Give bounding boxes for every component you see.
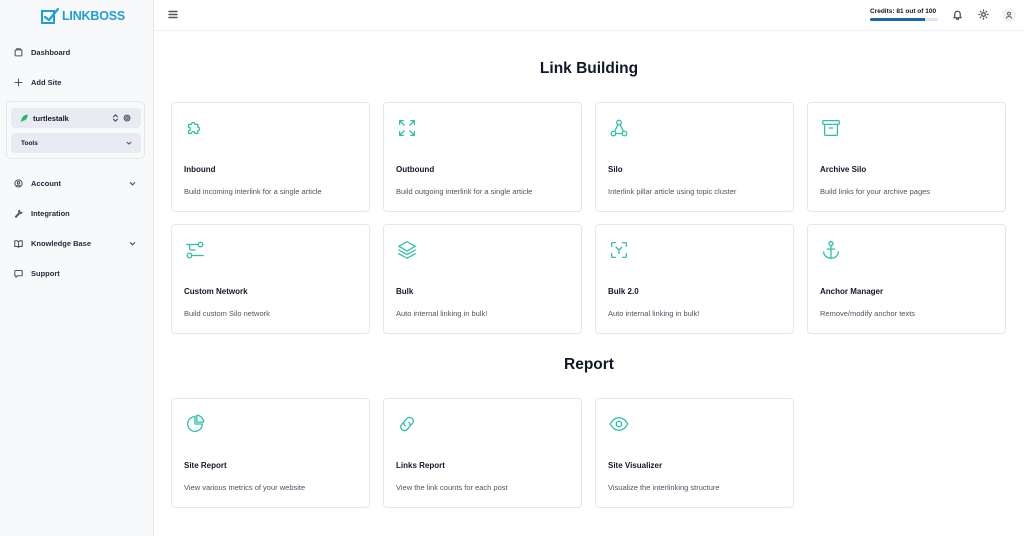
- logo-text: LINKBOSS: [62, 9, 125, 23]
- hierarchy-icon: [610, 119, 628, 137]
- chevron-down-icon: [129, 242, 136, 246]
- card-description: Auto internal linking in bulk!: [608, 309, 700, 318]
- sort-icon[interactable]: [112, 114, 119, 122]
- card-anchor-manager[interactable]: Anchor Manager Remove/modify anchor text…: [807, 224, 1006, 334]
- sun-icon[interactable]: [978, 9, 989, 20]
- report-heading: Report: [564, 356, 614, 373]
- credits-progress-bar: [870, 18, 938, 21]
- sidebar-item-integration[interactable]: Integration: [14, 209, 70, 218]
- menu-icon[interactable]: [168, 10, 178, 19]
- card-title: Site Report: [184, 461, 227, 470]
- chat-bubble-icon: [14, 269, 23, 278]
- card-description: Build incoming interlink for a single ar…: [184, 187, 322, 196]
- sidebar: LINKBOSS Dashboard Add Site turtlestalk …: [0, 0, 154, 536]
- credits-label: Credits: 81 out of 100: [870, 8, 937, 15]
- card-title: Bulk 2.0: [608, 287, 639, 296]
- card-bulk-2[interactable]: Bulk 2.0 Auto internal linking in bulk!: [595, 224, 794, 334]
- expand-arrows-icon: [399, 120, 415, 136]
- card-title: Bulk: [396, 287, 414, 296]
- card-bulk[interactable]: Bulk Auto internal linking in bulk!: [383, 224, 582, 334]
- card-description: Auto internal linking in bulk!: [396, 309, 488, 318]
- link-icon: [400, 416, 414, 432]
- sidebar-item-label: Support: [31, 269, 60, 278]
- gear-icon[interactable]: [123, 114, 131, 122]
- card-title: Archive Silo: [820, 165, 867, 174]
- card-description: Build links for your archive pages: [820, 187, 931, 196]
- dashboard-icon: [14, 48, 23, 57]
- sidebar-item-dashboard[interactable]: Dashboard: [14, 48, 70, 57]
- tools-dropdown[interactable]: Tools: [11, 133, 141, 153]
- logo-icon: [41, 8, 59, 24]
- card-site-visualizer[interactable]: Site Visualizer Visualize the interlinki…: [595, 398, 794, 508]
- top-bar: Credits: 81 out of 100: [154, 0, 1024, 31]
- bell-icon[interactable]: [952, 9, 963, 20]
- card-custom-network[interactable]: Custom Network Build custom Silo network: [171, 224, 370, 334]
- card-links-report[interactable]: Links Report View the link counts for ea…: [383, 398, 582, 508]
- avatar[interactable]: [1002, 8, 1016, 22]
- sidebar-item-label: Knowledge Base: [31, 239, 92, 248]
- card-title: Outbound: [396, 165, 435, 174]
- sidebar-item-add-site[interactable]: Add Site: [14, 78, 61, 87]
- card-title: Site Visualizer: [608, 461, 663, 470]
- credits-progress-fill: [870, 18, 926, 21]
- network-nodes-icon: [186, 241, 204, 259]
- eye-icon: [609, 416, 629, 432]
- sidebar-item-label: Integration: [31, 209, 70, 218]
- card-description: Visualize the interlinking structure: [608, 483, 720, 492]
- site-panel: turtlestalk Tools: [6, 101, 145, 159]
- card-inbound[interactable]: Inbound Build incoming interlink for a s…: [171, 102, 370, 212]
- card-description: Interlink pillar article using topic clu…: [608, 187, 737, 196]
- card-description: Build outgoing interlink for a single ar…: [396, 187, 533, 196]
- card-outbound[interactable]: Outbound Build outgoing interlink for a …: [383, 102, 582, 212]
- card-site-report[interactable]: Site Report View various metrics of your…: [171, 398, 370, 508]
- plus-icon: [14, 78, 23, 87]
- card-description: Remove/modify anchor texts: [820, 309, 916, 318]
- card-description: Build custom Silo network: [184, 309, 270, 318]
- archive-box-icon: [822, 120, 840, 136]
- link-building-heading: Link Building: [539, 60, 639, 77]
- chevron-down-icon: [126, 141, 132, 145]
- sidebar-item-knowledge-base[interactable]: Knowledge Base: [14, 239, 136, 248]
- card-archive-silo[interactable]: Archive Silo Build links for your archiv…: [807, 102, 1006, 212]
- sidebar-item-label: Dashboard: [31, 48, 71, 57]
- pie-chart-icon: [187, 414, 205, 432]
- card-title: Inbound: [184, 165, 216, 174]
- book-open-icon: [14, 240, 23, 248]
- sidebar-item-label: Account: [31, 179, 61, 188]
- logo[interactable]: LINKBOSS: [41, 8, 125, 24]
- card-description: View various metrics of your website: [184, 483, 306, 492]
- layers-icon: [398, 241, 416, 259]
- card-description: View the link counts for each post: [396, 483, 508, 492]
- card-title: Custom Network: [184, 287, 248, 296]
- site-selector[interactable]: turtlestalk: [11, 108, 141, 128]
- card-title: Silo: [608, 165, 623, 174]
- card-silo[interactable]: Silo Interlink pillar article using topi…: [595, 102, 794, 212]
- wrench-icon: [14, 209, 23, 218]
- puzzle-icon: [187, 121, 201, 135]
- sidebar-item-account[interactable]: Account: [14, 179, 136, 188]
- card-title: Links Report: [396, 461, 445, 470]
- chevron-down-icon: [129, 182, 136, 186]
- card-title: Anchor Manager: [820, 287, 884, 296]
- credits-meter: Credits: 81 out of 100: [870, 8, 938, 21]
- sidebar-item-support[interactable]: Support: [14, 269, 60, 278]
- user-icon: [1005, 11, 1013, 19]
- tools-label: Tools: [21, 139, 38, 147]
- user-circle-icon: [14, 179, 23, 188]
- leaf-icon: [21, 114, 28, 122]
- site-name: turtlestalk: [33, 113, 69, 123]
- sidebar-item-label: Add Site: [31, 78, 62, 87]
- anchor-icon: [823, 240, 839, 259]
- scan-frame-icon: [611, 242, 627, 258]
